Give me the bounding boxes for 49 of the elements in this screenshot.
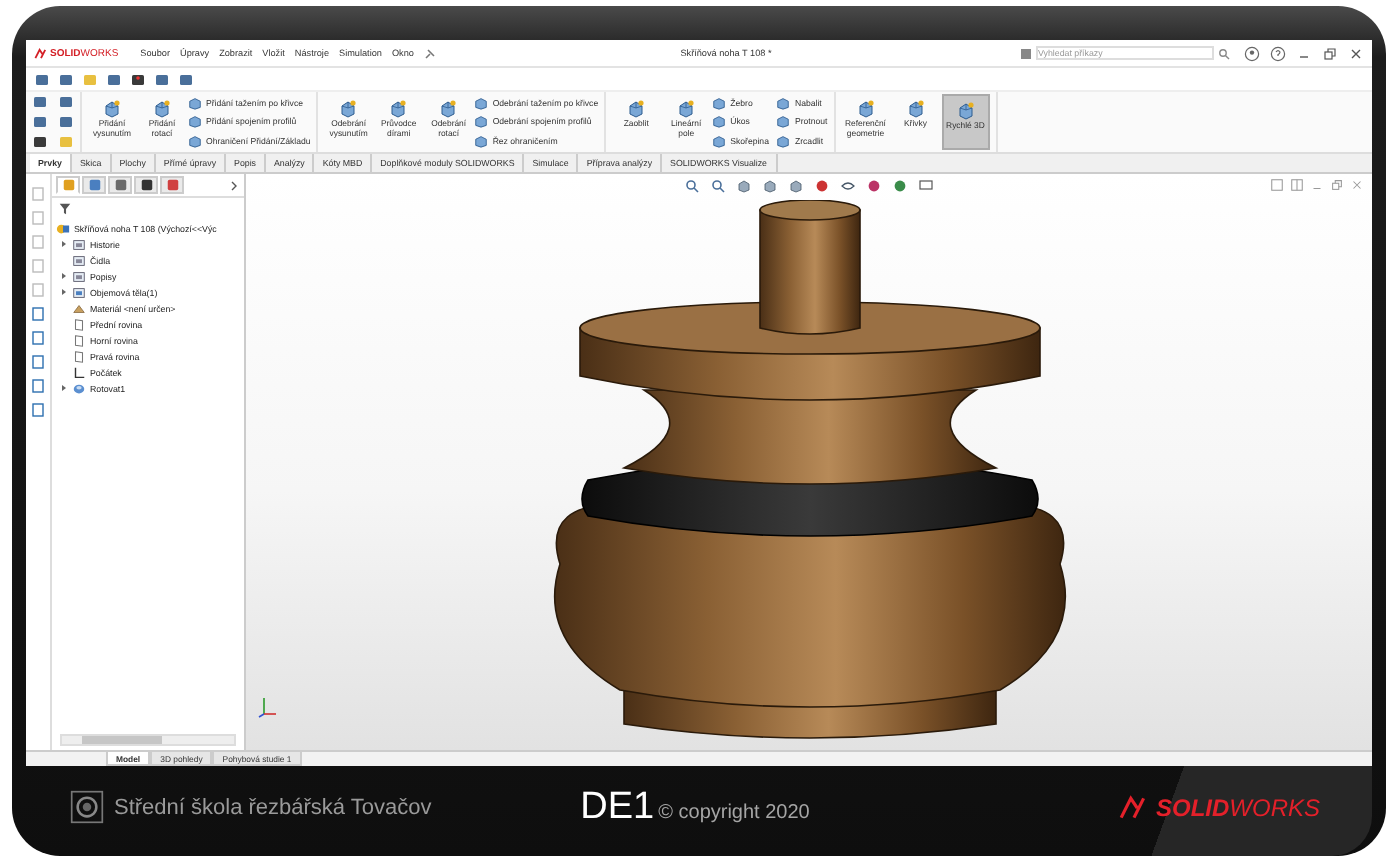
expand-arrow-icon[interactable]: [60, 384, 68, 392]
search-icon[interactable]: [1218, 47, 1230, 59]
graphics-area[interactable]: [246, 174, 1372, 750]
cube-icon: [102, 98, 122, 118]
restore-icon[interactable]: [1330, 178, 1344, 192]
cube-icon: [955, 100, 976, 120]
cube-icon: [676, 98, 697, 118]
part-icon: [56, 221, 70, 235]
copyright-text: © copyright 2020: [658, 801, 810, 823]
material-icon: [72, 301, 86, 315]
school-logo-icon: [70, 790, 104, 824]
expand-arrow-icon[interactable]: [60, 288, 68, 296]
cube-icon: [388, 98, 409, 118]
cube-icon: [338, 98, 359, 118]
tile-icon[interactable]: [1270, 178, 1284, 192]
globe-icon[interactable]: [892, 178, 908, 194]
school-name: Střední škola řezbářská Tovačov: [114, 795, 432, 819]
close-icon[interactable]: [1348, 45, 1364, 61]
horizontal-scrollbar[interactable]: [60, 734, 236, 746]
filter-icon[interactable]: [58, 202, 72, 216]
expand-arrow-icon[interactable]: [60, 272, 68, 280]
restore-icon[interactable]: [1322, 45, 1338, 61]
monitor-icon[interactable]: [918, 178, 934, 194]
revolve-icon: [72, 381, 86, 395]
cube-icon: [152, 98, 172, 118]
pin-icon[interactable]: [423, 47, 436, 59]
command-icon: [1020, 47, 1032, 59]
panel-tab[interactable]: [134, 176, 158, 194]
search-icon[interactable]: [710, 178, 726, 194]
expand-arrow-icon[interactable]: [60, 240, 68, 248]
furniture-foot-drawing[interactable]: [552, 200, 1066, 739]
sphere-icon[interactable]: [814, 178, 830, 194]
help-icon[interactable]: [1270, 45, 1286, 61]
course-code: DE1: [580, 785, 655, 829]
cube-icon: [905, 98, 926, 118]
search-icon[interactable]: [684, 178, 700, 194]
traffic-light-icon[interactable]: [130, 71, 146, 87]
cube-icon: [855, 98, 876, 118]
brand-logo: SOLIDWORKS: [1117, 793, 1320, 821]
cube-icon: [626, 98, 647, 118]
cube-icon: [438, 98, 459, 118]
sphere-icon[interactable]: [866, 178, 882, 194]
user-icon[interactable]: [1244, 45, 1260, 61]
traffic-light-icon[interactable]: [32, 134, 48, 150]
axis-triad-icon: [258, 694, 278, 718]
origin-icon: [72, 365, 86, 379]
panel-tab[interactable]: [108, 176, 132, 194]
eye-icon[interactable]: [840, 178, 856, 194]
chevron-right-icon[interactable]: [228, 179, 240, 191]
